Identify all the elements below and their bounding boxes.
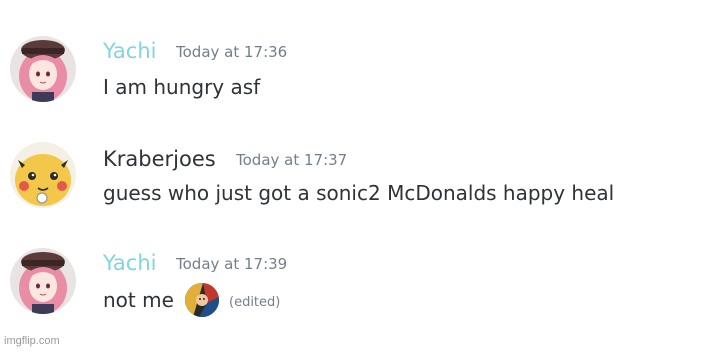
message-text: I am hungry asf [103, 75, 261, 99]
message-timestamp: Today at 17:37 [236, 151, 348, 169]
pikachu-avatar-icon [10, 142, 76, 208]
message-3: Yachi Today at 17:39 not me (edited) [0, 246, 709, 326]
message-1: Yachi Today at 17:36 I am hungry asf [0, 34, 709, 114]
author-name[interactable]: Yachi [103, 39, 157, 63]
author-name[interactable]: Kraberjoes [103, 147, 216, 171]
chat-log: Yachi Today at 17:36 I am hungry asf Kra… [0, 0, 709, 352]
message-timestamp: Today at 17:39 [176, 255, 288, 273]
edited-label: (edited) [229, 295, 281, 310]
custom-emoji-icon[interactable] [185, 283, 219, 317]
author-name[interactable]: Yachi [103, 251, 157, 275]
anime-girl-avatar-icon [10, 36, 76, 102]
message-text: not me [103, 288, 174, 312]
message-timestamp: Today at 17:36 [176, 43, 288, 61]
kraberjoes-avatar[interactable] [10, 142, 76, 208]
anime-girl-avatar-icon [10, 248, 76, 314]
message-2: Kraberjoes Today at 17:37 guess who just… [0, 140, 709, 220]
yachi-avatar[interactable] [10, 36, 76, 102]
message-text: guess who just got a sonic2 McDonalds ha… [103, 181, 615, 205]
yachi-avatar[interactable] [10, 248, 76, 314]
imgflip-watermark: imgflip.com [4, 335, 60, 347]
